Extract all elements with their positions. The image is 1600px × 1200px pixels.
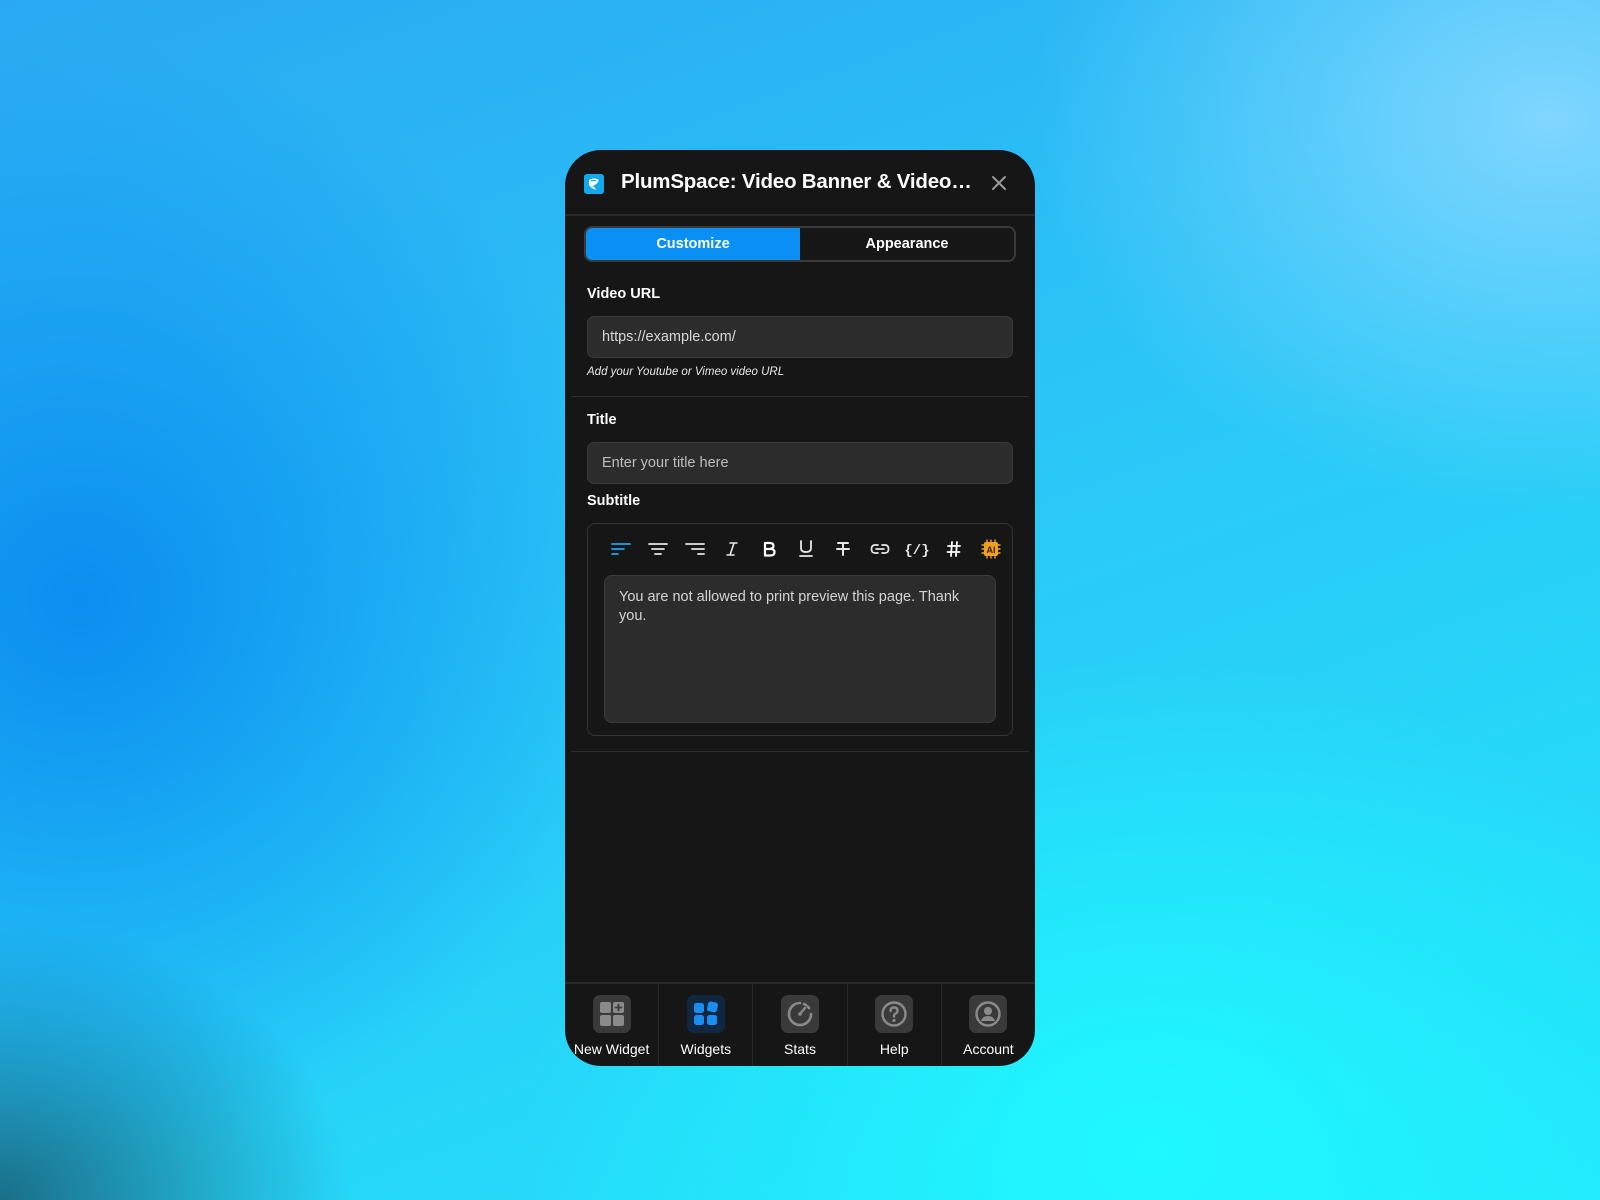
align-center-icon[interactable]: [639, 536, 676, 562]
video-url-label: Video URL: [587, 286, 661, 302]
tab-customize[interactable]: Customize: [586, 228, 800, 260]
bold-icon[interactable]: [750, 536, 787, 562]
stats-icon: [781, 995, 819, 1033]
link-icon[interactable]: [861, 536, 898, 562]
nav-account[interactable]: Account: [940, 984, 1035, 1066]
hashtag-icon[interactable]: [935, 536, 972, 562]
new-widget-icon: [592, 995, 631, 1033]
nav-label: New Widget: [573, 1041, 650, 1057]
nav-new-widget[interactable]: New Widget: [565, 984, 658, 1066]
svg-text:{/}: {/}: [905, 543, 929, 557]
align-left-icon[interactable]: [602, 536, 639, 562]
align-right-icon[interactable]: [676, 536, 713, 562]
video-url-input[interactable]: [587, 316, 1013, 358]
editor-toolbar: {/} AI: [602, 536, 1009, 562]
help-icon: [875, 995, 914, 1033]
nav-label: Account: [963, 1041, 1014, 1057]
underline-icon[interactable]: [787, 536, 824, 562]
widgets-icon: [686, 995, 725, 1033]
nav-stats[interactable]: Stats: [752, 984, 846, 1066]
title-label: Title: [587, 412, 617, 428]
code-icon[interactable]: {/}: [898, 536, 935, 562]
nav-label: Help: [879, 1041, 909, 1057]
plumspace-logo-icon: [584, 174, 604, 194]
nav-label: Stats: [784, 1041, 816, 1057]
nav-label: Widgets: [680, 1041, 732, 1057]
nav-help[interactable]: Help: [846, 984, 941, 1066]
title-input[interactable]: [587, 442, 1013, 484]
subtitle-label: Subtitle: [587, 493, 641, 509]
strikethrough-icon[interactable]: [824, 536, 861, 562]
ai-icon[interactable]: AI: [972, 536, 1009, 562]
video-url-hint: Add your Youtube or Vimeo video URL: [587, 366, 785, 378]
nav-widgets[interactable]: Widgets: [658, 984, 752, 1066]
tab-bar: Customize Appearance: [584, 226, 1016, 262]
bottom-nav: New Widget Widgets Stats Help Account: [565, 982, 1035, 1066]
section-divider: [571, 396, 1029, 397]
svg-text:AI: AI: [986, 545, 995, 555]
account-icon: [969, 995, 1008, 1033]
subtitle-textarea[interactable]: You are not allowed to print preview thi…: [604, 575, 996, 723]
subtitle-editor: {/} AI You are not allowed to print prev…: [587, 523, 1013, 736]
close-icon[interactable]: [988, 172, 1010, 194]
section-divider: [571, 751, 1029, 752]
panel-title: PlumSpace: Video Banner & Video Player: [621, 170, 973, 193]
italic-icon[interactable]: [713, 536, 750, 562]
tab-appearance[interactable]: Appearance: [800, 228, 1014, 260]
panel-header: PlumSpace: Video Banner & Video Player: [565, 150, 1035, 216]
widget-panel: PlumSpace: Video Banner & Video Player C…: [565, 150, 1035, 1066]
